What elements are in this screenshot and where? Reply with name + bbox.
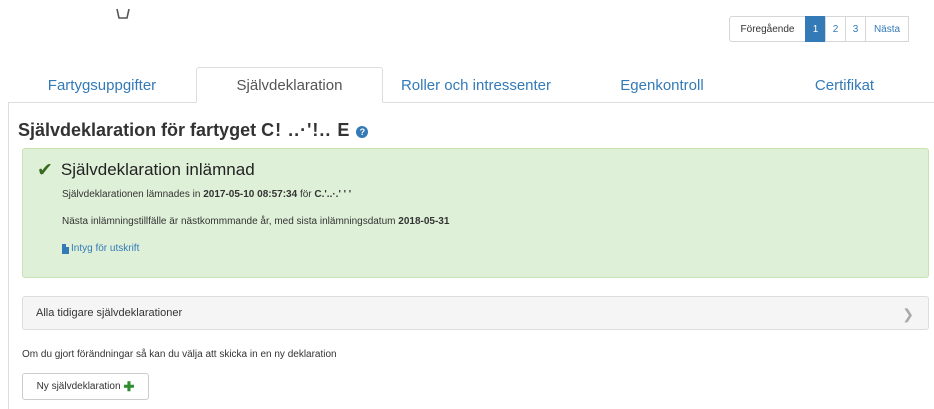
- submitted-for: för: [299, 189, 312, 200]
- submitted-by-redacted: C.'..·.' ' ': [314, 189, 352, 200]
- submitted-datetime: 2017-05-10 08:57:34: [203, 189, 298, 200]
- page-title-text: Självdeklaration för fartyget: [18, 120, 257, 140]
- print-link-label: Intyg för utskrift: [71, 243, 140, 254]
- new-declaration-info: Om du gjort förändningar så kan du välja…: [22, 349, 337, 360]
- vessel-name-redacted: C! ..·'!.. E: [261, 120, 351, 140]
- pagination-page-2[interactable]: 2: [825, 16, 846, 42]
- pagination-page-1[interactable]: 1: [805, 16, 826, 42]
- help-icon[interactable]: ?: [356, 126, 369, 138]
- pagination-next[interactable]: Nästa: [865, 16, 909, 42]
- status-heading: ✔ Självdeklaration inlämnad: [37, 160, 255, 180]
- tab-roller-och-intressenter[interactable]: Roller och intressenter: [383, 67, 569, 103]
- tab-sjalvdeklaration[interactable]: Självdeklaration: [196, 67, 383, 103]
- new-declaration-button[interactable]: Ny självdeklaration ✚: [22, 373, 149, 400]
- pagination-previous[interactable]: Föregående: [729, 16, 806, 42]
- tab-certifikat[interactable]: Certifikat: [755, 67, 934, 103]
- pagination-page-3[interactable]: 3: [845, 16, 866, 42]
- status-alert: ✔ Självdeklaration inlämnad Självdeklara…: [22, 148, 929, 278]
- previous-declarations-accordion[interactable]: Alla tidigare självdeklarationer ❯: [22, 296, 929, 330]
- checkmark-icon: ✔: [37, 159, 53, 181]
- submitted-info: Självdeklarationen lämnades in 2017-05-1…: [62, 189, 351, 200]
- print-certificate-link[interactable]: Intyg för utskrift: [62, 243, 139, 254]
- tab-fartygsuppgifter[interactable]: Fartygsuppgifter: [8, 67, 196, 103]
- next-prefix: Nästa inlämningstillfälle är nästkommman…: [62, 216, 396, 227]
- previous-declarations-label: Alla tidigare självdeklarationer: [36, 307, 183, 319]
- document-icon: [62, 243, 69, 254]
- submitted-prefix: Självdeklarationen lämnades in: [62, 189, 201, 200]
- page-title: Självdeklaration för fartyget C! ..·'!..…: [18, 120, 369, 141]
- new-declaration-label: Ny självdeklaration: [36, 381, 121, 392]
- tab-egenkontroll[interactable]: Egenkontroll: [569, 67, 755, 103]
- next-deadline-info: Nästa inlämningstillfälle är nästkommman…: [62, 216, 449, 227]
- next-deadline: 2018-05-31: [398, 216, 450, 227]
- tab-bar: Fartygsuppgifter Självdeklaration Roller…: [0, 67, 934, 103]
- status-heading-text: Självdeklaration inlämnad: [60, 160, 255, 179]
- plus-icon: ✚: [123, 379, 135, 394]
- chevron-right-icon: ❯: [902, 306, 914, 322]
- pagination: Föregående 1 2 3 Nästa: [729, 16, 909, 42]
- logo-fragment-icon: [116, 8, 130, 19]
